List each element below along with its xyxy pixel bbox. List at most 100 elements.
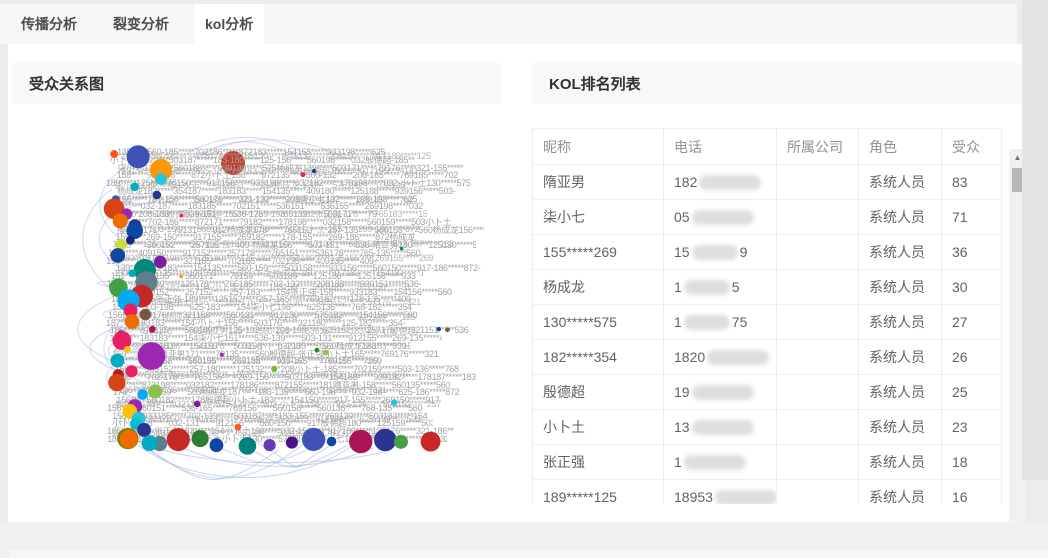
page-right-margin xyxy=(1022,0,1048,480)
column-header: 受众 xyxy=(941,128,1002,165)
role-cell: 系统人员 xyxy=(858,269,942,305)
graph-label-line: 176*****321-150*****917178*****765-殷德超-1… xyxy=(118,414,421,424)
nickname-cell: 155*****269 xyxy=(532,234,664,270)
tab-bar: 传播分析 裂变分析 kol分析 xyxy=(0,4,1017,44)
phone-redaction xyxy=(691,210,754,225)
tab-2[interactable]: 裂变分析 xyxy=(102,4,180,44)
phone-redaction xyxy=(683,455,746,470)
graph-label-line: 180*****125135*****409158*****560小卜土杨成龙-… xyxy=(113,268,424,278)
role-cell: 系统人员 xyxy=(858,234,942,270)
audience-cell: 16 xyxy=(941,479,1002,504)
phone-cell: 05 xyxy=(663,199,777,235)
graph-label-line: 156*****503殷德超198*****625-185*****702155… xyxy=(114,371,410,380)
audience-cell: 30 xyxy=(941,269,1002,305)
tab-3[interactable]: kol分析 xyxy=(194,4,265,44)
phone-redaction xyxy=(699,175,762,190)
table-header-row: 昵称 电话 所属公司 角色 受众 xyxy=(532,128,1002,165)
graph-label-line: 180*****125-156*****560张正强158*****933150… xyxy=(112,239,455,249)
table-row: 182*****354 1820 系统人员 26 xyxy=(532,339,1002,375)
nickname-cell: 杨成龙 xyxy=(532,269,664,305)
graph-label-line: 183*****154198*****625180*****125-182***… xyxy=(120,254,434,264)
phone-cell: 19 xyxy=(663,374,777,410)
phone-redaction xyxy=(691,420,754,435)
graph-label-line: 139*****503-156*****560151*****536156***… xyxy=(119,225,420,234)
company-cell xyxy=(776,164,859,200)
company-cell xyxy=(776,199,859,235)
audience-cell: 36 xyxy=(941,234,1002,270)
role-cell: 系统人员 xyxy=(858,339,942,375)
table-row: 隋亚男 182 系统人员 83 xyxy=(532,164,1002,200)
table-body: 隋亚男 182 系统人员 83 柒小七 05 系统人员 71 155*****269 15 9 系统人… xyxy=(532,164,1002,504)
phone-cell: 18953 xyxy=(663,479,777,504)
table-row: 130*****575 1 75 系统人员 27 xyxy=(532,304,1002,340)
audience-cell: 83 xyxy=(941,164,1002,200)
phone-redaction xyxy=(683,280,730,295)
graph-label-line: 198*****032柒小七-155*****181-176*****321-1… xyxy=(121,298,421,307)
role-cell: 系统人员 xyxy=(858,374,942,410)
phone-redaction xyxy=(691,385,754,400)
graph-label-line: 张正强张正强156*****560178*****765-小卜土-198****… xyxy=(113,341,411,351)
phone-redaction xyxy=(683,315,730,330)
graph-label-line: 132*****208-187*****183198*****032155***… xyxy=(110,356,379,366)
role-cell: 系统人员 xyxy=(858,164,942,200)
column-header: 昵称 xyxy=(532,128,664,165)
audience-cell: 18 xyxy=(941,444,1002,480)
audience-cell: 23 xyxy=(941,409,1002,445)
phone-cell: 13 xyxy=(663,409,777,445)
table-row: 155*****269 15 9 系统人员 36 xyxy=(532,234,1002,270)
company-cell xyxy=(776,269,859,305)
right-panel-header: KOL排名列表 xyxy=(532,63,1021,104)
left-panel-header: 受众关系图 xyxy=(12,63,501,104)
audience-cell: 71 xyxy=(941,199,1002,235)
right-panel-title: KOL排名列表 xyxy=(549,76,641,93)
nickname-cell: 张正强 xyxy=(532,444,664,480)
column-header: 角色 xyxy=(858,128,942,165)
table-row: 杨成龙 1 5 系统人员 30 xyxy=(532,269,1002,305)
tab-1[interactable]: 传播分析 xyxy=(10,4,88,44)
audience-cell: 25 xyxy=(941,374,1002,410)
graph-edge xyxy=(237,442,348,468)
role-cell: 系统人员 xyxy=(858,304,942,340)
table-row: 张正强 1 系统人员 18 xyxy=(532,444,1002,480)
phone-cell: 15 xyxy=(663,269,777,305)
role-cell: 系统人员 xyxy=(858,409,942,445)
nickname-cell: 182*****354 xyxy=(532,339,664,375)
table-row: 小卜土 13 系统人员 23 xyxy=(532,409,1002,445)
phone-cell: 1 75 xyxy=(663,304,777,340)
left-panel-title: 受众关系图 xyxy=(29,76,105,93)
kol-table-wrap: 昵称 电话 所属公司 角色 受众 隋亚男 182 系统人员 83 柒小七 05 系统人员 71 155*… xyxy=(532,128,1002,504)
column-header: 电话 xyxy=(663,128,777,165)
graph-label-line: 180*****125183*****154-178*****765139***… xyxy=(111,429,380,439)
company-cell xyxy=(776,409,859,445)
graph-edge xyxy=(211,442,324,464)
graph-label-line: 156*****560178*****765隋亚男135*****560-151… xyxy=(113,327,417,337)
graph-label-line: 殷德超198*****032130*****575-139*****503-小卜… xyxy=(115,400,441,410)
audience-cell: 27 xyxy=(941,304,1002,340)
footer-strip xyxy=(10,550,1048,558)
graph-label-line: 151*****536198*****625-187*****183-176**… xyxy=(121,166,419,176)
phone-redaction xyxy=(714,490,776,504)
phone-cell: 182 xyxy=(663,164,777,200)
company-cell xyxy=(776,304,859,340)
nickname-cell: 殷德超 xyxy=(532,374,664,410)
company-cell xyxy=(776,479,859,504)
table-row: 189*****125 18953 系统人员 16 xyxy=(532,479,1002,504)
phone-cell: 1 xyxy=(663,444,777,480)
graph-label-line: 176*****321杨成龙135*****409-186*****872178… xyxy=(121,312,416,322)
company-cell xyxy=(776,444,859,480)
audience-graph[interactable]: 135*****560-185*****702186*****872183***… xyxy=(12,104,501,522)
phone-cell: 1820 xyxy=(663,339,777,375)
phone-redaction xyxy=(691,245,738,260)
graph-label-line: 187*****183-183*****154-小卜土187*****18315… xyxy=(118,283,412,293)
graph-label-line: 135*****409135*****409185*****702-188***… xyxy=(118,385,387,395)
role-cell: 系统人员 xyxy=(858,444,942,480)
graph-edge xyxy=(82,188,113,287)
company-cell xyxy=(776,339,859,375)
graph-label-line: 柒小七139*****503156*****503183*****154杨成龙-… xyxy=(114,181,420,191)
nickname-cell: 小卜土 xyxy=(532,409,664,445)
graph-label-line: 155*****181182*****354-188*****939-139**… xyxy=(117,195,414,205)
column-header: 所属公司 xyxy=(776,128,859,165)
table-row: 柒小七 05 系统人员 71 xyxy=(532,199,1002,235)
table-row: 殷德超 19 系统人员 25 xyxy=(532,374,1002,410)
kol-table: 昵称 电话 所属公司 角色 受众 隋亚男 182 系统人员 83 柒小七 05 系统人员 71 155*… xyxy=(532,128,1002,504)
